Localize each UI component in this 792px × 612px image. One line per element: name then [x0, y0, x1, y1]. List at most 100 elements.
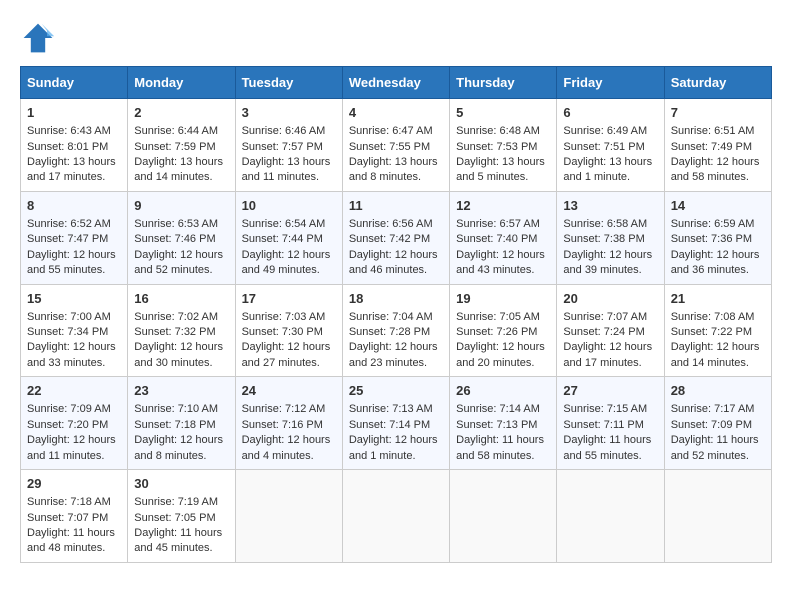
- calendar-cell: 8 Sunrise: 6:52 AM Sunset: 7:47 PM Daylight…: [21, 191, 128, 284]
- daylight-label: Daylight: 12 hours and 14 minutes.: [671, 341, 760, 368]
- sunrise-label: Sunrise: 6:43 AM: [27, 125, 111, 137]
- sunrise-label: Sunrise: 7:14 AM: [456, 403, 540, 415]
- sunset-label: Sunset: 7:57 PM: [242, 141, 323, 153]
- day-number: 17: [242, 290, 336, 308]
- sunset-label: Sunset: 7:53 PM: [456, 141, 537, 153]
- daylight-label: Daylight: 11 hours and 52 minutes.: [671, 434, 759, 461]
- day-number: 7: [671, 104, 765, 122]
- sunrise-label: Sunrise: 7:15 AM: [563, 403, 647, 415]
- daylight-label: Daylight: 12 hours and 11 minutes.: [27, 434, 116, 461]
- sunrise-label: Sunrise: 7:13 AM: [349, 403, 433, 415]
- daylight-label: Daylight: 12 hours and 4 minutes.: [242, 434, 331, 461]
- daylight-label: Daylight: 13 hours and 14 minutes.: [134, 156, 223, 183]
- daylight-label: Daylight: 11 hours and 58 minutes.: [456, 434, 544, 461]
- calendar-cell: 30 Sunrise: 7:19 AM Sunset: 7:05 PM Dayligh…: [128, 470, 235, 563]
- day-number: 25: [349, 382, 443, 400]
- sunrise-label: Sunrise: 6:57 AM: [456, 218, 540, 230]
- calendar-week-row: 1Sunrise: 6:43 AMSunset: 8:01 PMDaylight…: [21, 99, 772, 192]
- calendar-week-row: 29Sunrise: 7:18 AMSunset: 7:07 PMDayligh…: [21, 470, 772, 563]
- daylight-label: Daylight: 12 hours and 8 minutes.: [134, 434, 223, 461]
- daylight-label: Daylight: 12 hours and 49 minutes.: [242, 249, 331, 276]
- sunrise-label: Sunrise: 6:58 AM: [563, 218, 647, 230]
- daylight-label: Daylight: 12 hours and 39 minutes.: [563, 249, 652, 276]
- logo: [20, 20, 62, 56]
- day-number: 9: [134, 197, 228, 215]
- sunset-label: Sunset: 7:18 PM: [134, 419, 215, 431]
- daylight-label: Daylight: 12 hours and 52 minutes.: [134, 249, 223, 276]
- sunset-label: Sunset: 7:22 PM: [671, 326, 752, 338]
- sunrise-label: Sunrise: 7:10 AM: [134, 403, 218, 415]
- calendar-cell: 1Sunrise: 6:43 AMSunset: 8:01 PMDaylight…: [21, 99, 128, 192]
- sunset-label: Sunset: 7:24 PM: [563, 326, 644, 338]
- day-number: 22: [27, 382, 121, 400]
- sunrise-label: Sunrise: 7:09 AM: [27, 403, 111, 415]
- sunset-label: Sunset: 7:55 PM: [349, 141, 430, 153]
- sunrise-label: Sunrise: 6:46 AM: [242, 125, 326, 137]
- day-number: 10: [242, 197, 336, 215]
- calendar-cell: [664, 470, 771, 563]
- calendar-cell: 12Sunrise: 6:57 AMSunset: 7:40 PMDayligh…: [450, 191, 557, 284]
- sunset-label: Sunset: 7:47 PM: [27, 233, 108, 245]
- calendar-cell: 10Sunrise: 6:54 AMSunset: 7:44 PMDayligh…: [235, 191, 342, 284]
- calendar-cell: 23Sunrise: 7:10 AMSunset: 7:18 PMDayligh…: [128, 377, 235, 470]
- calendar-cell: 16Sunrise: 7:02 AMSunset: 7:32 PMDayligh…: [128, 284, 235, 377]
- calendar-header-row: SundayMondayTuesdayWednesdayThursdayFrid…: [21, 67, 772, 99]
- day-number: 27: [563, 382, 657, 400]
- calendar-cell: 29Sunrise: 7:18 AMSunset: 7:07 PMDayligh…: [21, 470, 128, 563]
- daylight-label: Daylight: 12 hours and 20 minutes.: [456, 341, 545, 368]
- sunrise-label: Sunrise: 7:05 AM: [456, 311, 540, 323]
- day-number: 18: [349, 290, 443, 308]
- sunset-label: Sunset: 7:13 PM: [456, 419, 537, 431]
- sunrise-label: Sunrise: 6:48 AM: [456, 125, 540, 137]
- sunrise-label: Sunrise: 7:07 AM: [563, 311, 647, 323]
- sunrise-label: Sunrise: 7:08 AM: [671, 311, 755, 323]
- day-number: 30: [134, 475, 228, 493]
- sunrise-label: Sunrise: 7:04 AM: [349, 311, 433, 323]
- calendar-cell: [557, 470, 664, 563]
- day-number: 28: [671, 382, 765, 400]
- sunrise-label: Sunrise: 7:19 AM: [134, 496, 218, 508]
- calendar-cell: 21Sunrise: 7:08 AMSunset: 7:22 PMDayligh…: [664, 284, 771, 377]
- daylight-label: Daylight: 12 hours and 43 minutes.: [456, 249, 545, 276]
- day-header-friday: Friday: [557, 67, 664, 99]
- sunset-label: Sunset: 7:36 PM: [671, 233, 752, 245]
- day-number: 24: [242, 382, 336, 400]
- calendar-cell: 28 Sunrise: 7:17 AM Sunset: 7:09 PM Dayligh…: [664, 377, 771, 470]
- sunrise-label: Sunrise: 7:03 AM: [242, 311, 326, 323]
- daylight-label: Daylight: 11 hours and 48 minutes.: [27, 527, 115, 554]
- calendar-cell: 3Sunrise: 6:46 AMSunset: 7:57 PMDaylight…: [235, 99, 342, 192]
- calendar-week-row: 15Sunrise: 7:00 AMSunset: 7:34 PMDayligh…: [21, 284, 772, 377]
- day-number: 8: [27, 197, 121, 215]
- calendar-cell: 17Sunrise: 7:03 AMSunset: 7:30 PMDayligh…: [235, 284, 342, 377]
- calendar-cell: 18Sunrise: 7:04 AMSunset: 7:28 PMDayligh…: [342, 284, 449, 377]
- sunset-label: Sunset: 7:05 PM: [134, 512, 215, 524]
- sunrise-label: Sunrise: 6:52 AM: [27, 218, 111, 230]
- daylight-label: Daylight: 13 hours and 1 minute.: [563, 156, 652, 183]
- calendar-week-row: 8 Sunrise: 6:52 AM Sunset: 7:47 PM Daylight…: [21, 191, 772, 284]
- day-number: 14: [671, 197, 765, 215]
- calendar-cell: [342, 470, 449, 563]
- sunrise-label: Sunrise: 6:59 AM: [671, 218, 755, 230]
- calendar-cell: 5Sunrise: 6:48 AMSunset: 7:53 PMDaylight…: [450, 99, 557, 192]
- sunrise-label: Sunrise: 7:17 AM: [671, 403, 755, 415]
- daylight-label: Daylight: 13 hours and 5 minutes.: [456, 156, 545, 183]
- sunset-label: Sunset: 7:16 PM: [242, 419, 323, 431]
- calendar-cell: 20 Sunrise: 7:07 AM Sunset: 7:24 PM Dayligh…: [557, 284, 664, 377]
- calendar-cell: 26Sunrise: 7:14 AMSunset: 7:13 PMDayligh…: [450, 377, 557, 470]
- calendar-cell: 6Sunrise: 6:49 AMSunset: 7:51 PMDaylight…: [557, 99, 664, 192]
- daylight-label: Daylight: 13 hours and 17 minutes.: [27, 156, 116, 183]
- sunrise-label: Sunrise: 6:47 AM: [349, 125, 433, 137]
- daylight-label: Daylight: 12 hours and 46 minutes.: [349, 249, 438, 276]
- day-header-saturday: Saturday: [664, 67, 771, 99]
- day-number: 20: [563, 290, 657, 308]
- daylight-label: Daylight: 12 hours and 55 minutes.: [27, 249, 116, 276]
- calendar-cell: 9Sunrise: 6:53 AMSunset: 7:46 PMDaylight…: [128, 191, 235, 284]
- sunset-label: Sunset: 7:09 PM: [671, 419, 752, 431]
- daylight-label: Daylight: 11 hours and 45 minutes.: [134, 527, 222, 554]
- calendar-cell: 25Sunrise: 7:13 AMSunset: 7:14 PMDayligh…: [342, 377, 449, 470]
- day-number: 29: [27, 475, 121, 493]
- daylight-label: Daylight: 12 hours and 17 minutes.: [563, 341, 652, 368]
- sunrise-label: Sunrise: 6:54 AM: [242, 218, 326, 230]
- sunrise-label: Sunrise: 6:44 AM: [134, 125, 218, 137]
- sunset-label: Sunset: 7:59 PM: [134, 141, 215, 153]
